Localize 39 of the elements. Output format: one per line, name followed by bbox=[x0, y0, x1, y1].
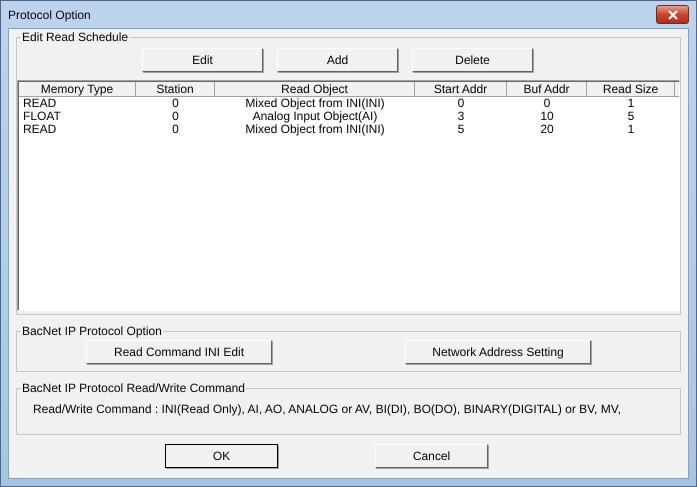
table-cell-text: 1 bbox=[626, 123, 636, 136]
push-button[interactable]: Add bbox=[277, 48, 398, 72]
table-cell-text: Mixed Object from INI(INI) bbox=[244, 123, 386, 136]
table-cell-text: 0 bbox=[456, 97, 466, 110]
column-header[interactable]: Read Object bbox=[215, 82, 415, 97]
push-button[interactable]: OK bbox=[165, 444, 278, 468]
table-cell-text: 0 bbox=[171, 97, 180, 110]
push-button[interactable]: Delete bbox=[412, 48, 533, 72]
window-title: Protocol Option bbox=[8, 8, 91, 22]
table-cell-text: FLOAT bbox=[22, 110, 62, 123]
column-header[interactable]: Memory Type bbox=[19, 82, 136, 97]
group-label: BacNet IP Protocol Read/Write Command bbox=[21, 381, 246, 395]
table-cell-text: READ bbox=[22, 97, 58, 110]
push-button[interactable]: Edit bbox=[142, 48, 263, 72]
command-text: Read/Write Command : INI(Read Only), AI, AO, ANALOG or AV, BI(DI), BO(DO), BINARY(DIGITAL) or BV, MV, bbox=[32, 401, 622, 416]
table-cell-text: 0 bbox=[171, 123, 180, 136]
close-button[interactable] bbox=[656, 5, 689, 24]
table-cell-text: 0 bbox=[542, 97, 552, 110]
table-cell-text: 1 bbox=[626, 97, 636, 110]
column-header[interactable]: Read Size bbox=[587, 82, 675, 97]
table-cell-text: 20 bbox=[539, 123, 555, 136]
table-cell-text: 5 bbox=[626, 110, 636, 123]
table-cell-text: Analog Input Object(AI) bbox=[252, 110, 378, 123]
table-cell-text: Mixed Object from INI(INI) bbox=[244, 97, 386, 110]
group-label: BacNet IP Protocol Option bbox=[21, 324, 163, 338]
push-button[interactable]: Cancel bbox=[375, 444, 488, 468]
schedule-list[interactable]: Memory Type Station Read Object Start Addr Buf Addr Read Size READ 0 Mixed Object from INI(INI) 0 0 1 FLOAT 0 Analog Input Object(AI) 3 10 5 READ 0 Mixed Object from INI(INI) 5 20 1 bbox=[17, 80, 680, 311]
column-header[interactable]: Station bbox=[136, 82, 215, 97]
table-cell-text: 10 bbox=[539, 110, 555, 123]
table-cell-text: READ bbox=[22, 123, 58, 136]
column-header[interactable]: Start Addr bbox=[415, 82, 507, 97]
table-cell-text: 0 bbox=[171, 110, 180, 123]
push-button[interactable]: Read Command INI Edit bbox=[86, 340, 272, 364]
push-button[interactable]: Network Address Setting bbox=[405, 340, 591, 364]
close-icon bbox=[666, 10, 678, 20]
table-cell-text: 3 bbox=[456, 110, 466, 123]
table-cell-text: 5 bbox=[456, 123, 466, 136]
group-label: Edit Read Schedule bbox=[21, 30, 130, 44]
column-header[interactable]: Buf Addr bbox=[507, 82, 587, 97]
